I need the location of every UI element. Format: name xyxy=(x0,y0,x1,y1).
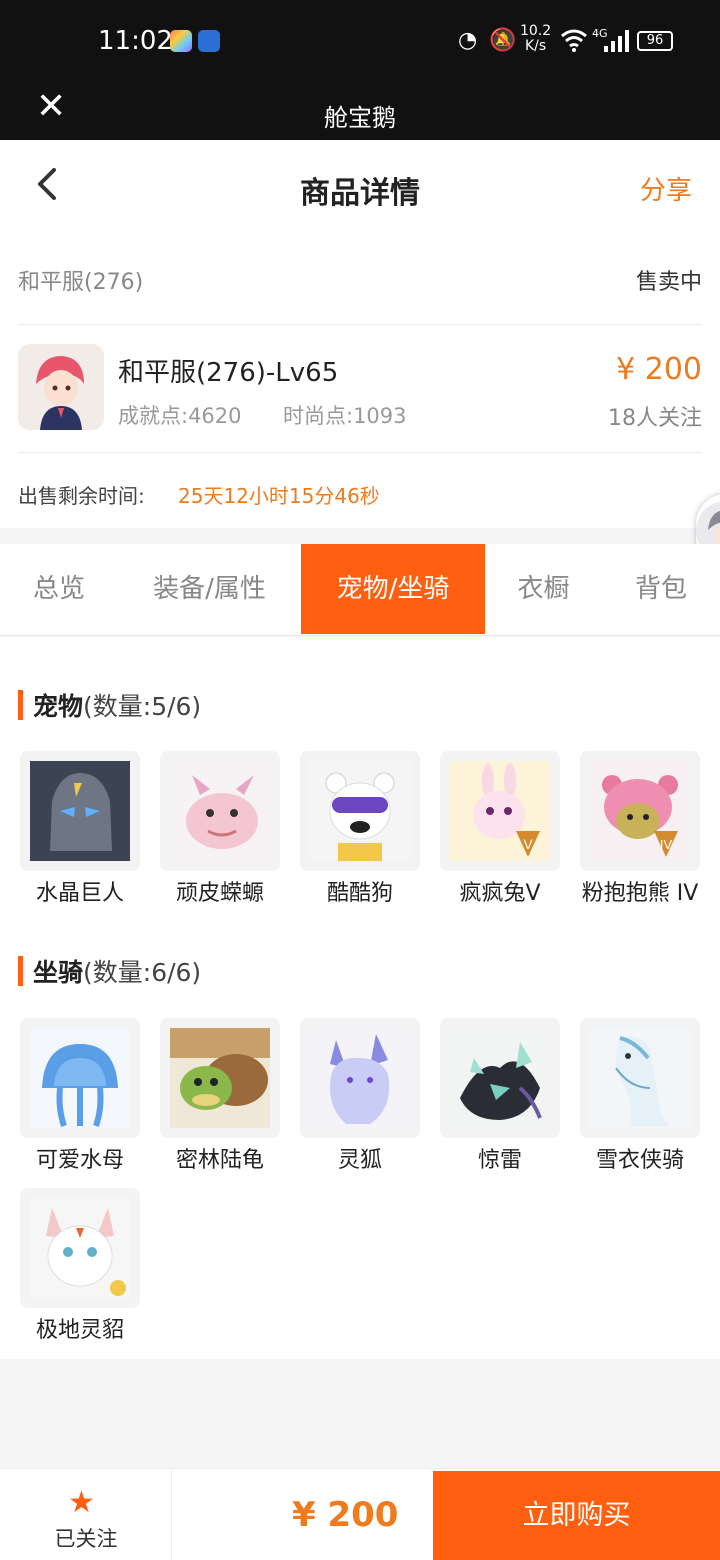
page-title: 商品详情 xyxy=(300,176,420,211)
mount-item[interactable]: 惊雷 xyxy=(440,1018,560,1174)
pet-name: 酷酷狗 xyxy=(326,881,393,906)
pet-image xyxy=(20,751,140,871)
pet-item[interactable]: V 疯疯兔V xyxy=(440,751,560,907)
pets-mounts-panel: 宠物(数量:5/6) 水晶巨人 顽皮蝾螈 酷酷狗 V 疯疯兔V IV 粉抱抱熊 … xyxy=(0,637,720,1359)
divider xyxy=(18,452,702,453)
page-header: 商品详情 分享 xyxy=(0,140,720,236)
pets-section-title: 宠物(数量:5/6) xyxy=(18,687,201,723)
tab-backpack[interactable]: 背包 xyxy=(602,544,720,634)
pet-name: 粉抱抱熊 IV xyxy=(581,881,699,906)
app-notification-icon xyxy=(170,30,192,52)
mount-item[interactable]: 可爱水母 xyxy=(20,1018,140,1174)
clock: 11:02 xyxy=(98,26,173,56)
mount-item[interactable]: 极地灵貂 xyxy=(20,1188,140,1344)
bottom-price: ¥ 200 xyxy=(292,1495,399,1535)
share-button[interactable]: 分享 xyxy=(640,170,692,207)
buy-now-button[interactable]: 立即购买 xyxy=(433,1471,720,1560)
mount-name: 极地灵貂 xyxy=(35,1318,124,1343)
follow-label: 已关注 xyxy=(54,1527,118,1551)
detail-tabs: 总览 装备/属性 宠物/坐骑 衣橱 背包 xyxy=(0,544,720,636)
app-title: 舱宝鹅 xyxy=(324,104,396,132)
app-notification-icon xyxy=(198,30,220,52)
mounts-title: 坐骑 xyxy=(33,958,84,987)
mount-image xyxy=(160,1018,280,1138)
mount-image xyxy=(580,1018,700,1138)
pet-image: IV xyxy=(580,751,700,871)
section-marker xyxy=(18,690,23,720)
remaining-time-label: 出售剩余时间: xyxy=(18,484,145,508)
mount-name: 灵狐 xyxy=(337,1148,382,1173)
divider xyxy=(18,324,702,325)
tab-equipment[interactable]: 装备/属性 xyxy=(118,544,301,634)
character-name: 和平服(276)-Lv65 xyxy=(118,358,339,388)
star-icon: ★ xyxy=(68,1485,95,1520)
product-price: ¥ 200 xyxy=(616,352,702,387)
mount-image xyxy=(440,1018,560,1138)
mount-name: 密林陆龟 xyxy=(175,1148,264,1173)
pet-item[interactable]: 顽皮蝾螈 xyxy=(160,751,280,907)
pet-name: 疯疯兔V xyxy=(459,881,541,906)
server-name: 和平服(276) xyxy=(18,270,144,295)
mount-item[interactable]: 雪衣侠骑 xyxy=(580,1018,700,1174)
achievement-points: 成就点:4620 xyxy=(118,404,242,428)
pets-count: (数量:5/6) xyxy=(83,692,202,721)
section-marker xyxy=(18,956,23,986)
pet-item[interactable]: 水晶巨人 xyxy=(20,751,140,907)
follow-button[interactable]: ★ 已关注 xyxy=(0,1469,172,1560)
mute-bell-icon: 🔕 xyxy=(489,28,517,53)
network-speed-value: 10.2 xyxy=(520,23,552,39)
pet-image: V xyxy=(440,751,560,871)
pets-title: 宠物 xyxy=(33,692,84,721)
mount-name: 可爱水母 xyxy=(35,1148,124,1173)
mounts-count: (数量:6/6) xyxy=(83,958,202,987)
network-speed: 10.2 K/s xyxy=(520,24,551,54)
pet-image xyxy=(300,751,420,871)
mount-name: 雪衣侠骑 xyxy=(595,1148,684,1173)
app-title-bar: ✕ 舱宝鹅 xyxy=(0,84,720,140)
battery-icon: 96 xyxy=(637,31,673,51)
wifi-icon xyxy=(561,29,587,52)
data-saver-icon: ◔ xyxy=(458,28,478,53)
mount-image xyxy=(20,1188,140,1308)
mount-image xyxy=(300,1018,420,1138)
pet-name: 顽皮蝾螈 xyxy=(175,881,264,906)
bottom-action-bar: ★ 已关注 ¥ 200 立即购买 xyxy=(0,1468,720,1560)
svg-text:V: V xyxy=(523,836,533,852)
network-speed-unit: K/s xyxy=(524,38,547,54)
tab-pets-mounts[interactable]: 宠物/坐骑 xyxy=(301,544,485,634)
mount-item[interactable]: 密林陆龟 xyxy=(160,1018,280,1174)
character-avatar xyxy=(18,344,104,430)
tab-wardrobe[interactable]: 衣橱 xyxy=(485,544,602,634)
product-info-card: 和平服(276) 售卖中 和平服(276)-Lv65 成就点:4620 时尚点:… xyxy=(0,236,720,528)
tab-overview[interactable]: 总览 xyxy=(0,544,118,634)
mounts-section-title: 坐骑(数量:6/6) xyxy=(18,953,201,989)
mount-item[interactable]: 灵狐 xyxy=(300,1018,420,1174)
mount-name: 惊雷 xyxy=(477,1148,522,1173)
svg-text:IV: IV xyxy=(660,837,673,852)
signal-icon xyxy=(604,30,629,52)
pet-name: 水晶巨人 xyxy=(35,881,124,906)
remaining-time-value: 25天12小时15分46秒 xyxy=(178,484,380,508)
sale-status: 售卖中 xyxy=(635,270,702,295)
fashion-points: 时尚点:1093 xyxy=(283,404,407,428)
status-bar: 11:02 ◔ 🔕 10.2 K/s 4G 96 xyxy=(0,0,720,84)
follower-count: 18人关注 xyxy=(608,406,702,431)
mount-image xyxy=(20,1018,140,1138)
pet-image xyxy=(160,751,280,871)
pet-item[interactable]: IV 粉抱抱熊 IV xyxy=(580,751,700,907)
pet-item[interactable]: 酷酷狗 xyxy=(300,751,420,907)
